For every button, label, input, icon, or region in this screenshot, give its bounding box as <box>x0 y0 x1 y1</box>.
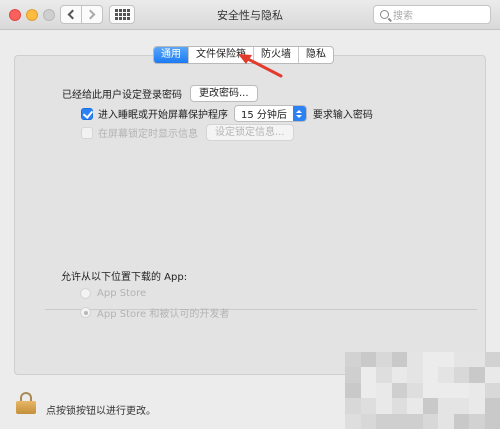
lock-hint-text: 点按锁按钮以进行更改。 <box>46 406 156 417</box>
title-bar: 安全性与隐私 搜索 <box>0 0 500 30</box>
show-message-row: 在屏幕锁定时显示信息 设定锁定信息... <box>81 124 294 141</box>
tab-general[interactable]: 通用 <box>154 47 189 63</box>
change-password-button[interactable]: 更改密码... <box>190 85 258 102</box>
require-password-row: 进入睡眠或开始屏幕保护程序 15 分钟后 要求输入密码 <box>81 105 373 122</box>
password-row: 已经给此用户设定登录密码 更改密码... <box>62 85 258 102</box>
option-identified-developers[interactable]: App Store 和被认可的开发者 <box>80 305 229 320</box>
search-icon <box>380 10 389 19</box>
preferences-window: 安全性与隐私 搜索 已经给此用户设定登录密码 更改密码... 进入睡眠或开始屏幕… <box>0 0 500 429</box>
password-delay-select[interactable]: 15 分钟后 <box>234 105 307 122</box>
tab-privacy[interactable]: 隐私 <box>299 47 333 63</box>
set-lock-message-button[interactable]: 设定锁定信息... <box>206 124 294 141</box>
annotation-arrow-icon <box>238 54 283 78</box>
password-set-label: 已经给此用户设定登录密码 <box>62 90 182 101</box>
app-store-label: App Store <box>97 288 147 299</box>
downloads-heading: 允许从以下位置下载的 App: <box>61 268 187 283</box>
identified-developers-label: App Store 和被认可的开发者 <box>97 309 230 320</box>
show-message-label: 在屏幕锁定时显示信息 <box>98 129 198 140</box>
downloads-heading-text: 允许从以下位置下载的 App: <box>61 272 188 283</box>
option-app-store[interactable]: App Store <box>80 288 146 299</box>
require-password-prefix: 进入睡眠或开始屏幕保护程序 <box>98 110 228 121</box>
show-message-checkbox[interactable] <box>81 126 93 139</box>
password-delay-value: 15 分钟后 <box>241 110 287 121</box>
identified-developers-radio[interactable] <box>80 307 91 318</box>
search-field[interactable]: 搜索 <box>373 5 491 24</box>
lock-icon[interactable] <box>16 392 36 414</box>
require-password-checkbox[interactable] <box>81 107 93 120</box>
pixelated-watermark <box>345 352 500 429</box>
search-placeholder: 搜索 <box>393 11 413 22</box>
require-password-suffix: 要求输入密码 <box>312 110 373 121</box>
select-stepper-icon <box>292 106 306 121</box>
app-store-radio[interactable] <box>80 288 91 299</box>
general-panel: 已经给此用户设定登录密码 更改密码... 进入睡眠或开始屏幕保护程序 15 分钟… <box>14 55 486 375</box>
